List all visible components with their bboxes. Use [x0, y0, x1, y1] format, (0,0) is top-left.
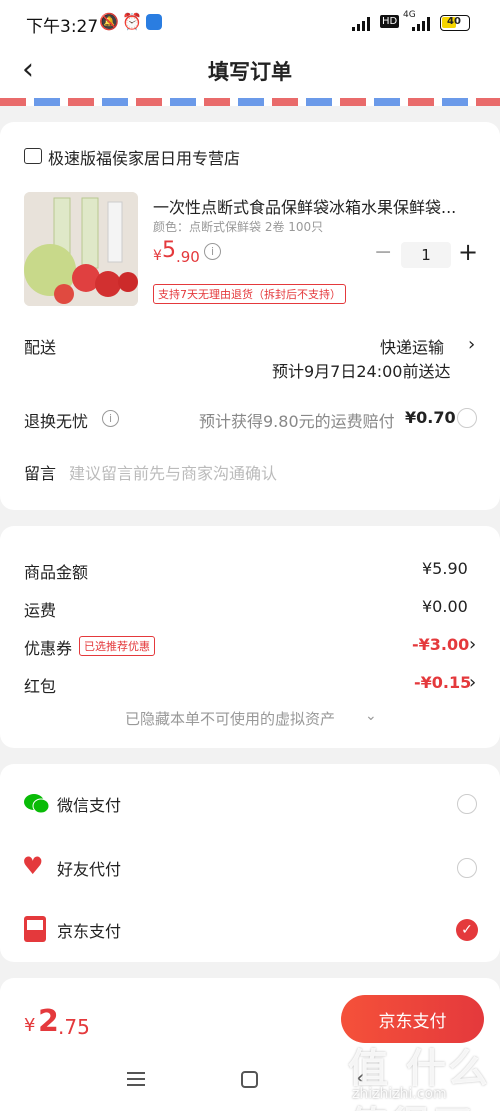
coupon-label: 优惠券 — [24, 639, 73, 658]
header: ‹ 填写订单 — [0, 46, 500, 98]
decrease-quantity-button[interactable]: − — [374, 240, 392, 265]
delivery-eta: 预计9月7日24:00前送达 — [272, 362, 451, 381]
red-packet-label: 红包 — [24, 677, 57, 696]
chevron-right-icon[interactable]: › — [468, 334, 475, 355]
signal-icon-2 — [412, 16, 434, 31]
chevron-right-icon[interactable]: › — [469, 634, 476, 655]
red-packet-value[interactable]: -¥0.15 — [414, 673, 471, 692]
worry-free-label: 退换无忧 — [24, 412, 89, 431]
info-icon[interactable]: i — [102, 410, 119, 427]
price-info-icon[interactable]: i — [204, 243, 221, 260]
worry-free-desc: 预计获得9.80元的运费赔付 — [199, 412, 395, 431]
message-label: 留言 — [24, 464, 57, 483]
checkmark-icon[interactable]: ✓ — [456, 919, 478, 941]
total-symbol: ¥ — [24, 1015, 36, 1036]
hd-badge: HD — [380, 15, 400, 28]
delivery-label: 配送 — [24, 338, 57, 357]
status-time: 下午3:27 — [26, 17, 99, 37]
menu-icon[interactable] — [127, 1072, 145, 1086]
price-symbol: ¥ — [153, 248, 162, 264]
mute-icon: 🔕 — [99, 12, 119, 31]
payment-option-jd[interactable]: 京东支付 ✓ — [0, 902, 500, 962]
price-decimal: .90 — [176, 248, 200, 266]
total-integer: 2 — [38, 1004, 59, 1039]
goods-amount-value: ¥5.90 — [422, 559, 468, 578]
jd-pay-icon — [24, 916, 46, 942]
payment-option-label: 微信支付 — [57, 796, 122, 815]
signal-icon — [352, 16, 374, 31]
status-bar: 下午3:27 🔕 ⏰ HD 4G 40 — [0, 0, 500, 46]
battery-icon: 40 — [440, 15, 470, 31]
order-card: 极速版福侯家居日用专营店 一次性点断式食品保鲜袋冰箱水果保鲜袋... 颜色：点断… — [0, 122, 500, 510]
worry-free-price: ¥0.70 — [405, 408, 456, 427]
payment-radio[interactable] — [457, 794, 477, 814]
store-name[interactable]: 极速版福侯家居日用专营店 — [48, 145, 240, 169]
coupon-value[interactable]: -¥3.00 — [412, 635, 469, 654]
hidden-assets-toggle[interactable]: 已隐藏本单不可使用的虚拟资产 — [125, 708, 335, 729]
product-title[interactable]: 一次性点断式食品保鲜袋冰箱水果保鲜袋... — [153, 194, 483, 218]
shipping-value: ¥0.00 — [422, 597, 468, 616]
product-variant[interactable]: 颜色：点断式保鲜袋 2卷 100只 — [153, 218, 323, 235]
app-notification-icon — [146, 14, 162, 30]
payment-radio[interactable] — [457, 858, 477, 878]
delivery-method[interactable]: 快递运输 — [380, 334, 444, 358]
watermark-url: zhizhizhi.com — [352, 1086, 447, 1102]
friend-pay-heart-icon: ♥ — [22, 852, 44, 880]
wechat-pay-icon — [24, 794, 50, 814]
quantity-input[interactable]: 1 — [401, 242, 451, 268]
price-summary-card: 商品金额 ¥5.90 运费 ¥0.00 优惠券 已选推荐优惠 -¥3.00 › … — [0, 526, 500, 748]
coupon-tag: 已选推荐优惠 — [79, 636, 155, 656]
product-image[interactable] — [24, 192, 138, 306]
chevron-right-icon[interactable]: › — [469, 672, 476, 693]
payment-option-friend[interactable]: ♥ 好友代付 — [0, 838, 500, 898]
worry-free-checkbox[interactable] — [457, 408, 477, 428]
chevron-down-icon[interactable]: ⌄ — [365, 708, 377, 724]
return-policy-tag: 支持7天无理由退货（拆封后不支持） — [153, 284, 346, 304]
payment-option-wechat[interactable]: 微信支付 — [0, 774, 500, 834]
price-integer: 5 — [162, 238, 176, 263]
shipping-label: 运费 — [24, 601, 57, 620]
message-input[interactable]: 建议留言前先与商家沟通确认 — [69, 460, 277, 484]
goods-amount-label: 商品金额 — [24, 563, 89, 582]
page-title: 填写订单 — [208, 60, 292, 84]
payment-methods-card: 微信支付 ♥ 好友代付 京东支付 ✓ — [0, 764, 500, 962]
increase-quantity-button[interactable]: + — [458, 238, 478, 266]
payment-option-label: 京东支付 — [57, 922, 122, 941]
checkout-footer: ¥ 2 .75 京东支付 ‹ 值 什么值得买 zhizhizhi.com — [0, 978, 500, 1111]
store-icon — [24, 148, 42, 164]
home-icon[interactable] — [241, 1071, 258, 1088]
alarm-icon: ⏰ — [122, 12, 142, 31]
total-decimal: .75 — [58, 1015, 90, 1039]
airmail-stripe — [0, 98, 500, 106]
payment-option-label: 好友代付 — [57, 860, 122, 879]
